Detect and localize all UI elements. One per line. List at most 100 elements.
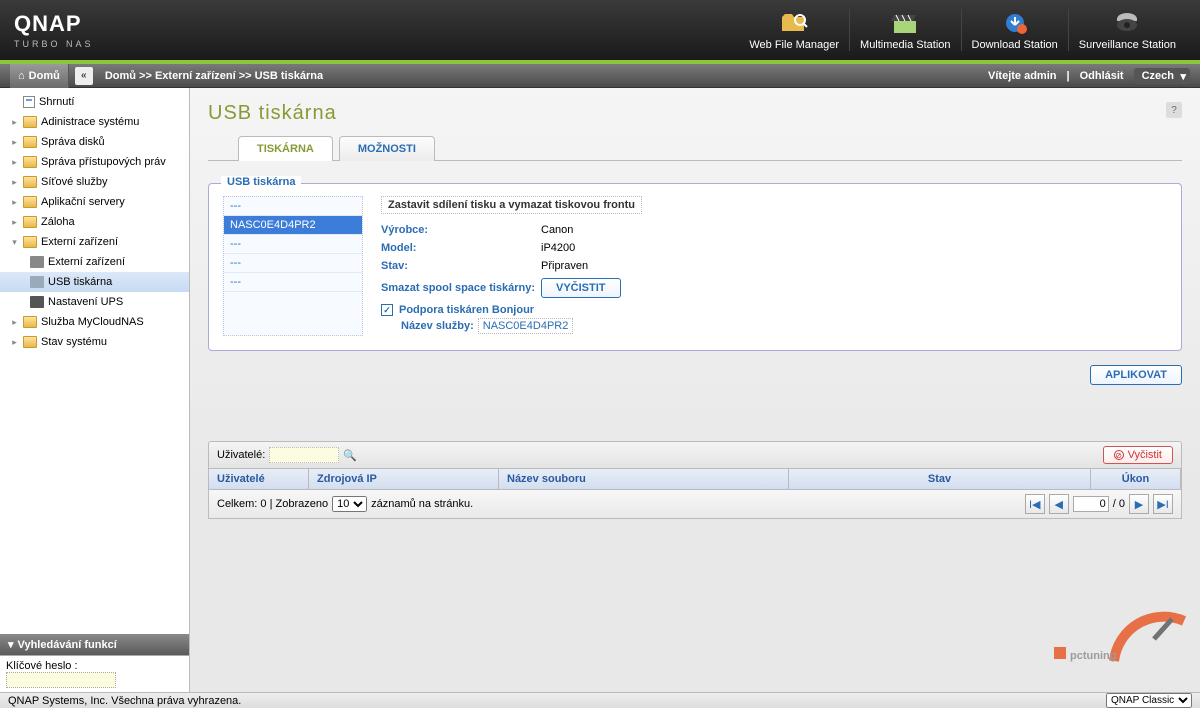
- search-icon[interactable]: 🔍: [343, 449, 357, 462]
- model-value: iP4200: [541, 242, 575, 254]
- col-ip[interactable]: Zdrojová IP: [309, 469, 499, 489]
- printer-slot-1[interactable]: NASC0E4D4PR2: [224, 216, 362, 235]
- page-title: USB tiskárna: [208, 102, 1182, 125]
- queue-clear-button[interactable]: ⊘Vyčistit: [1103, 446, 1173, 464]
- tree-ups-settings[interactable]: Nastavení UPS: [0, 292, 189, 312]
- queue-grid-header: Uživatelé Zdrojová IP Název souboru Stav…: [208, 469, 1182, 490]
- breadcrumb-home-label: Domů: [29, 70, 60, 82]
- printer-list: --- NASC0E4D4PR2 --- --- ---: [223, 196, 363, 336]
- tree-access-rights[interactable]: ▸Správa přístupových práv: [0, 152, 189, 172]
- spool-clear-label: Smazat spool space tiskárny:: [381, 282, 541, 294]
- folder-open-icon: [23, 236, 37, 248]
- checkmark-icon: ✓: [381, 304, 393, 316]
- folder-icon: [23, 136, 37, 148]
- apply-button[interactable]: APLIKOVAT: [1090, 365, 1182, 385]
- folder-icon: [23, 336, 37, 348]
- help-icon[interactable]: ?: [1166, 102, 1182, 118]
- pager-total: / 0: [1113, 498, 1125, 510]
- nav-surveillance-station[interactable]: Surveillance Station: [1068, 9, 1186, 51]
- logout-link[interactable]: Odhlásit: [1080, 70, 1124, 82]
- manufacturer-label: Výrobce:: [381, 224, 541, 236]
- tree-system-status[interactable]: ▸Stav systému: [0, 332, 189, 352]
- model-label: Model:: [381, 242, 541, 254]
- printer-slot-3[interactable]: ---: [224, 254, 362, 273]
- tree-network-services[interactable]: ▸Síťové služby: [0, 172, 189, 192]
- main-content: ? USB tiskárna TISKÁRNA MOŽNOSTI USB tis…: [190, 88, 1200, 692]
- users-label: Uživatelé:: [217, 449, 265, 461]
- home-icon: ⌂: [18, 70, 25, 82]
- tree-disk-mgmt[interactable]: ▸Správa disků: [0, 132, 189, 152]
- pager-last[interactable]: ▶I: [1153, 494, 1173, 514]
- device-icon: [30, 256, 44, 268]
- clean-spool-button[interactable]: VYČISTIT: [541, 278, 621, 298]
- manufacturer-value: Canon: [541, 224, 573, 236]
- breadcrumb-home[interactable]: ⌂ Domů: [10, 64, 69, 88]
- nav-multimedia-station[interactable]: Multimedia Station: [849, 9, 961, 51]
- svg-text:pctuning: pctuning: [1070, 650, 1116, 662]
- printer-icon: [30, 276, 44, 288]
- folder-icon: [23, 196, 37, 208]
- tabs: TISKÁRNA MOŽNOSTI: [208, 135, 1182, 161]
- brand-subtitle: TURBO NAS: [14, 39, 94, 49]
- stop-sharing-button[interactable]: Zastavit sdílení tisku a vymazat tiskovo…: [381, 196, 642, 214]
- printer-fieldset: USB tiskárna --- NASC0E4D4PR2 --- --- --…: [208, 183, 1182, 351]
- folder-icon: [23, 116, 37, 128]
- clear-icon: ⊘: [1114, 450, 1124, 460]
- bonjour-checkbox[interactable]: ✓Podpora tiskáren Bonjour: [381, 304, 1167, 316]
- queue-grid-footer: Celkem: 0 | Zobrazeno 10 záznamů na strá…: [208, 490, 1182, 519]
- tree-mycloudnas[interactable]: ▸Služba MyCloudNAS: [0, 312, 189, 332]
- pager-first[interactable]: I◀: [1025, 494, 1045, 514]
- breadcrumb-bar: ⌂ Domů « Domů >> Externí zařízení >> USB…: [0, 64, 1200, 88]
- brand-name: QNAP: [14, 11, 94, 37]
- tree-application-servers[interactable]: ▸Aplikační servery: [0, 192, 189, 212]
- users-search-input[interactable]: [269, 447, 339, 463]
- collapse-sidebar-button[interactable]: «: [75, 67, 93, 85]
- service-name-row: Název služby:NASC0E4D4PR2: [401, 320, 1167, 332]
- printer-slot-0[interactable]: ---: [224, 197, 362, 216]
- folder-icon: [23, 216, 37, 228]
- col-state[interactable]: Stav: [789, 469, 1091, 489]
- tree-system-admin[interactable]: ▸Adinistrace systému: [0, 112, 189, 132]
- service-name-input[interactable]: NASC0E4D4PR2: [478, 318, 574, 334]
- sidebar: Shrnutí ▸Adinistrace systému ▸Správa dis…: [0, 88, 190, 692]
- col-action[interactable]: Úkon: [1091, 469, 1181, 489]
- theme-select[interactable]: QNAP Classic: [1106, 693, 1192, 708]
- tree-backup[interactable]: ▸Záloha: [0, 212, 189, 232]
- page-size-select[interactable]: 10: [332, 496, 367, 512]
- download-icon: [1000, 9, 1030, 37]
- language-selector[interactable]: Czech: [1134, 68, 1190, 84]
- brand-logo: QNAP TURBO NAS: [14, 11, 94, 49]
- pager: I◀ ◀ / 0 ▶ ▶I: [1025, 494, 1173, 514]
- tree-usb-printer[interactable]: USB tiskárna: [0, 272, 189, 292]
- nav-download-station[interactable]: Download Station: [961, 9, 1068, 51]
- pager-current[interactable]: [1073, 496, 1109, 512]
- nav-tree: Shrnutí ▸Adinistrace systému ▸Správa dis…: [0, 88, 189, 634]
- col-user[interactable]: Uživatelé: [209, 469, 309, 489]
- nav-web-file-manager[interactable]: Web File Manager: [739, 9, 849, 51]
- search-keyword-input[interactable]: [6, 672, 116, 688]
- printer-slot-2[interactable]: ---: [224, 235, 362, 254]
- pager-prev[interactable]: ◀: [1049, 494, 1069, 514]
- copyright: QNAP Systems, Inc. Všechna práva vyhraze…: [8, 695, 241, 707]
- ups-icon: [30, 296, 44, 308]
- folder-icon: [23, 176, 37, 188]
- printer-slot-4[interactable]: ---: [224, 273, 362, 292]
- sidebar-search-header[interactable]: ▾Vyhledávání funkcí: [0, 634, 189, 655]
- chevron-down-icon: ▾: [8, 638, 14, 651]
- search-keyword-label: Klíčové heslo :: [6, 660, 78, 672]
- col-file[interactable]: Název souboru: [499, 469, 789, 489]
- state-value: Připraven: [541, 260, 588, 272]
- tab-printer[interactable]: TISKÁRNA: [238, 136, 333, 161]
- tree-external-devices[interactable]: ▾Externí zařízení: [0, 232, 189, 252]
- tab-options[interactable]: MOŽNOSTI: [339, 136, 435, 161]
- folder-icon: [23, 156, 37, 168]
- nav-label: Surveillance Station: [1079, 39, 1176, 51]
- total-label: Celkem:: [217, 498, 257, 510]
- tree-summary[interactable]: Shrnutí: [0, 92, 189, 112]
- printer-details: Zastavit sdílení tisku a vymazat tiskovo…: [381, 196, 1167, 336]
- pager-next[interactable]: ▶: [1129, 494, 1149, 514]
- summary-icon: [23, 96, 35, 108]
- shown-label: Zobrazeno: [276, 498, 329, 510]
- queue-toolbar: Uživatelé: 🔍 ⊘Vyčistit: [208, 441, 1182, 469]
- tree-external-devices-sub[interactable]: Externí zařízení: [0, 252, 189, 272]
